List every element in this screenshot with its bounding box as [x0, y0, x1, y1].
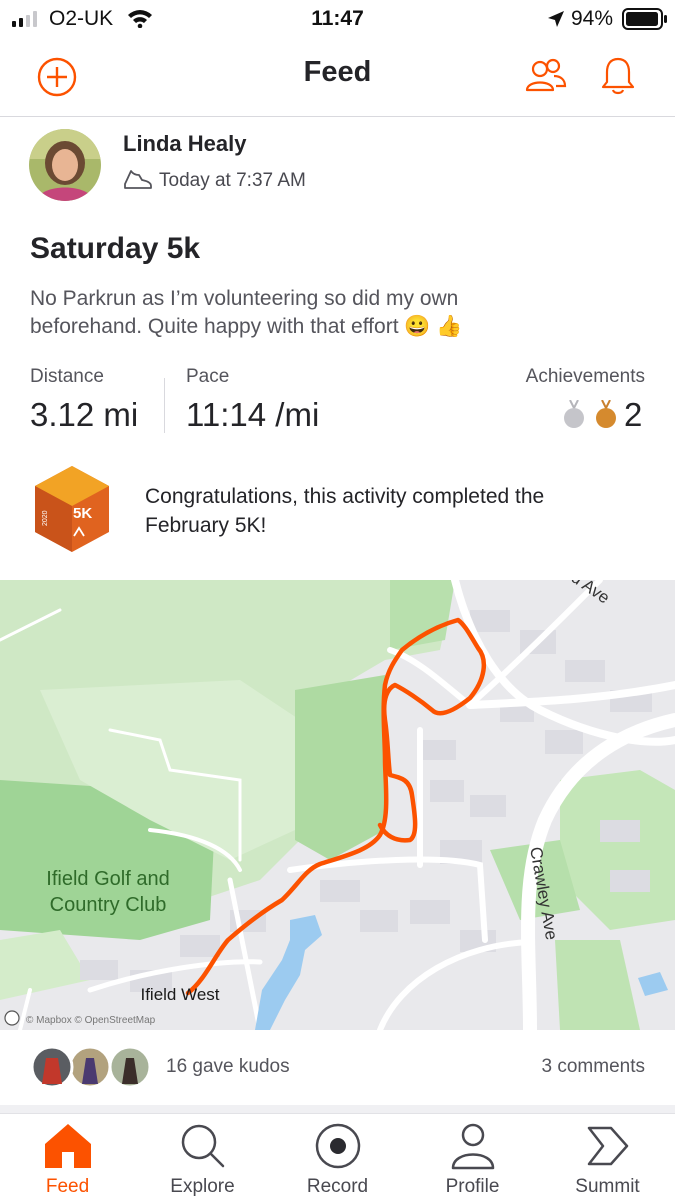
record-icon: [315, 1123, 361, 1169]
pace-label: Pace: [186, 366, 230, 387]
distance-value: 3.12 mi: [30, 396, 139, 433]
search-icon: [181, 1124, 225, 1168]
golf-club-label-2: Country Club: [50, 894, 167, 916]
activity-timestamp: Today at 7:37 AM: [159, 170, 306, 191]
ifield-west-label: Ifield West: [140, 985, 219, 1004]
challenge-line-2: February 5K!: [145, 514, 267, 537]
distance-label: Distance: [30, 366, 104, 387]
person-icon: [451, 1123, 495, 1170]
badge-label: 5K: [73, 505, 92, 522]
social-row: 16 gave kudos 3 comments: [0, 1030, 675, 1105]
home-icon: [45, 1124, 91, 1168]
page-title: Feed: [303, 56, 372, 88]
achievements-label: Achievements: [525, 366, 645, 387]
friends-icon[interactable]: [524, 58, 568, 94]
description-line-1: No Parkrun as I’m volunteering so did my…: [30, 287, 459, 310]
location-arrow-icon: [548, 11, 564, 27]
status-bar: O2-UK 11:47 94%: [0, 0, 675, 38]
activity-title[interactable]: Saturday 5k: [30, 232, 200, 266]
mapbox-logo-icon: [4, 1010, 20, 1026]
comments-count[interactable]: 3 comments: [445, 1056, 645, 1078]
kudos-count[interactable]: 16 gave kudos: [166, 1056, 290, 1078]
app-header: Feed: [0, 38, 675, 117]
tab-record[interactable]: Record: [270, 1114, 405, 1201]
run-shoe-icon: [124, 170, 152, 189]
badge-year: 2020: [42, 510, 49, 526]
tab-label-record: Record: [306, 1176, 369, 1197]
description-line-2: beforehand. Quite happy with that effort…: [30, 315, 463, 338]
challenge-line-1: Congratulations, this activity completed…: [145, 485, 545, 508]
tab-bar: Feed Explore Record Profile Summit: [0, 1113, 675, 1201]
silver-medal-icon: [564, 400, 584, 428]
athlete-name[interactable]: Linda Healy: [123, 131, 246, 157]
tab-label-explore: Explore: [170, 1176, 235, 1197]
tab-profile[interactable]: Profile: [405, 1114, 540, 1201]
feed-separator: [0, 1105, 675, 1113]
battery-icon: [622, 8, 667, 30]
activity-description: No Parkrun as I’m volunteering so did my…: [30, 285, 650, 341]
summit-icon: [587, 1126, 629, 1166]
kudos-avatars[interactable]: [30, 1044, 150, 1090]
achievements-count: 2: [624, 396, 643, 433]
route-map[interactable]: Ifield Golf and Country Club Ifield West…: [0, 580, 675, 1030]
challenge-message: Congratulations, this activity completed…: [145, 482, 645, 540]
challenge-badge-icon[interactable]: 5K 2020: [33, 464, 111, 554]
bronze-medal-icon: [596, 400, 616, 428]
tab-feed[interactable]: Feed: [0, 1114, 135, 1201]
avatar[interactable]: [29, 129, 101, 201]
tab-summit[interactable]: Summit: [540, 1114, 675, 1201]
notifications-bell-icon[interactable]: [600, 56, 636, 96]
tab-label-feed: Feed: [45, 1176, 90, 1197]
map-attribution[interactable]: © Mapbox © OpenStreetMap: [26, 1015, 156, 1026]
golf-club-label-1: Ifield Golf and: [46, 868, 169, 890]
tab-explore[interactable]: Explore: [135, 1114, 270, 1201]
pace-value: 11:14 /mi: [186, 396, 320, 433]
stat-divider: [164, 378, 165, 433]
tab-label-summit: Summit: [575, 1176, 640, 1197]
tab-label-profile: Profile: [445, 1176, 500, 1197]
battery-percentage: 94%: [571, 7, 614, 30]
